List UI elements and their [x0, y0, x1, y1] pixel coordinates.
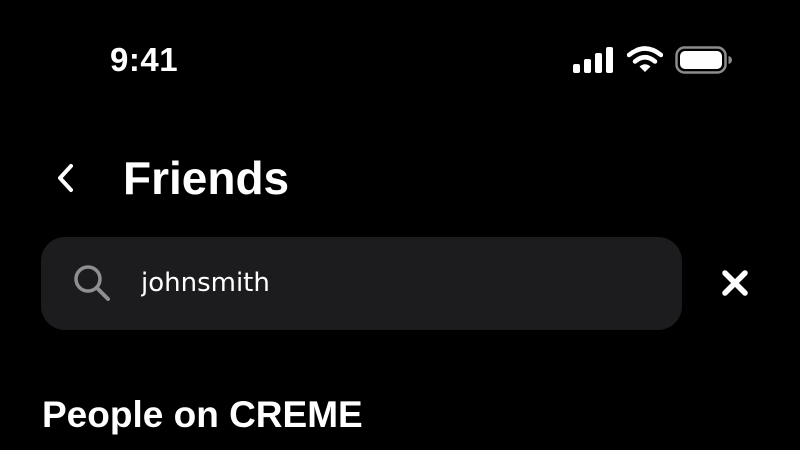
cellular-signal-icon — [573, 47, 613, 73]
clear-search-button[interactable] — [712, 260, 758, 306]
status-icons — [573, 45, 733, 75]
header: Friends — [0, 140, 800, 220]
battery-icon — [675, 46, 732, 74]
search-bar[interactable] — [41, 237, 682, 330]
close-icon — [722, 270, 748, 296]
status-bar: 9:41 — [0, 0, 800, 120]
page-title: Friends — [123, 152, 290, 204]
back-button[interactable] — [44, 156, 88, 200]
wifi-icon — [627, 46, 663, 72]
search-icon — [74, 265, 110, 301]
chevron-left-icon — [58, 164, 73, 192]
status-time: 9:41 — [110, 41, 179, 78]
section-title: People on CREME — [42, 394, 363, 435]
search-input[interactable] — [141, 261, 641, 305]
